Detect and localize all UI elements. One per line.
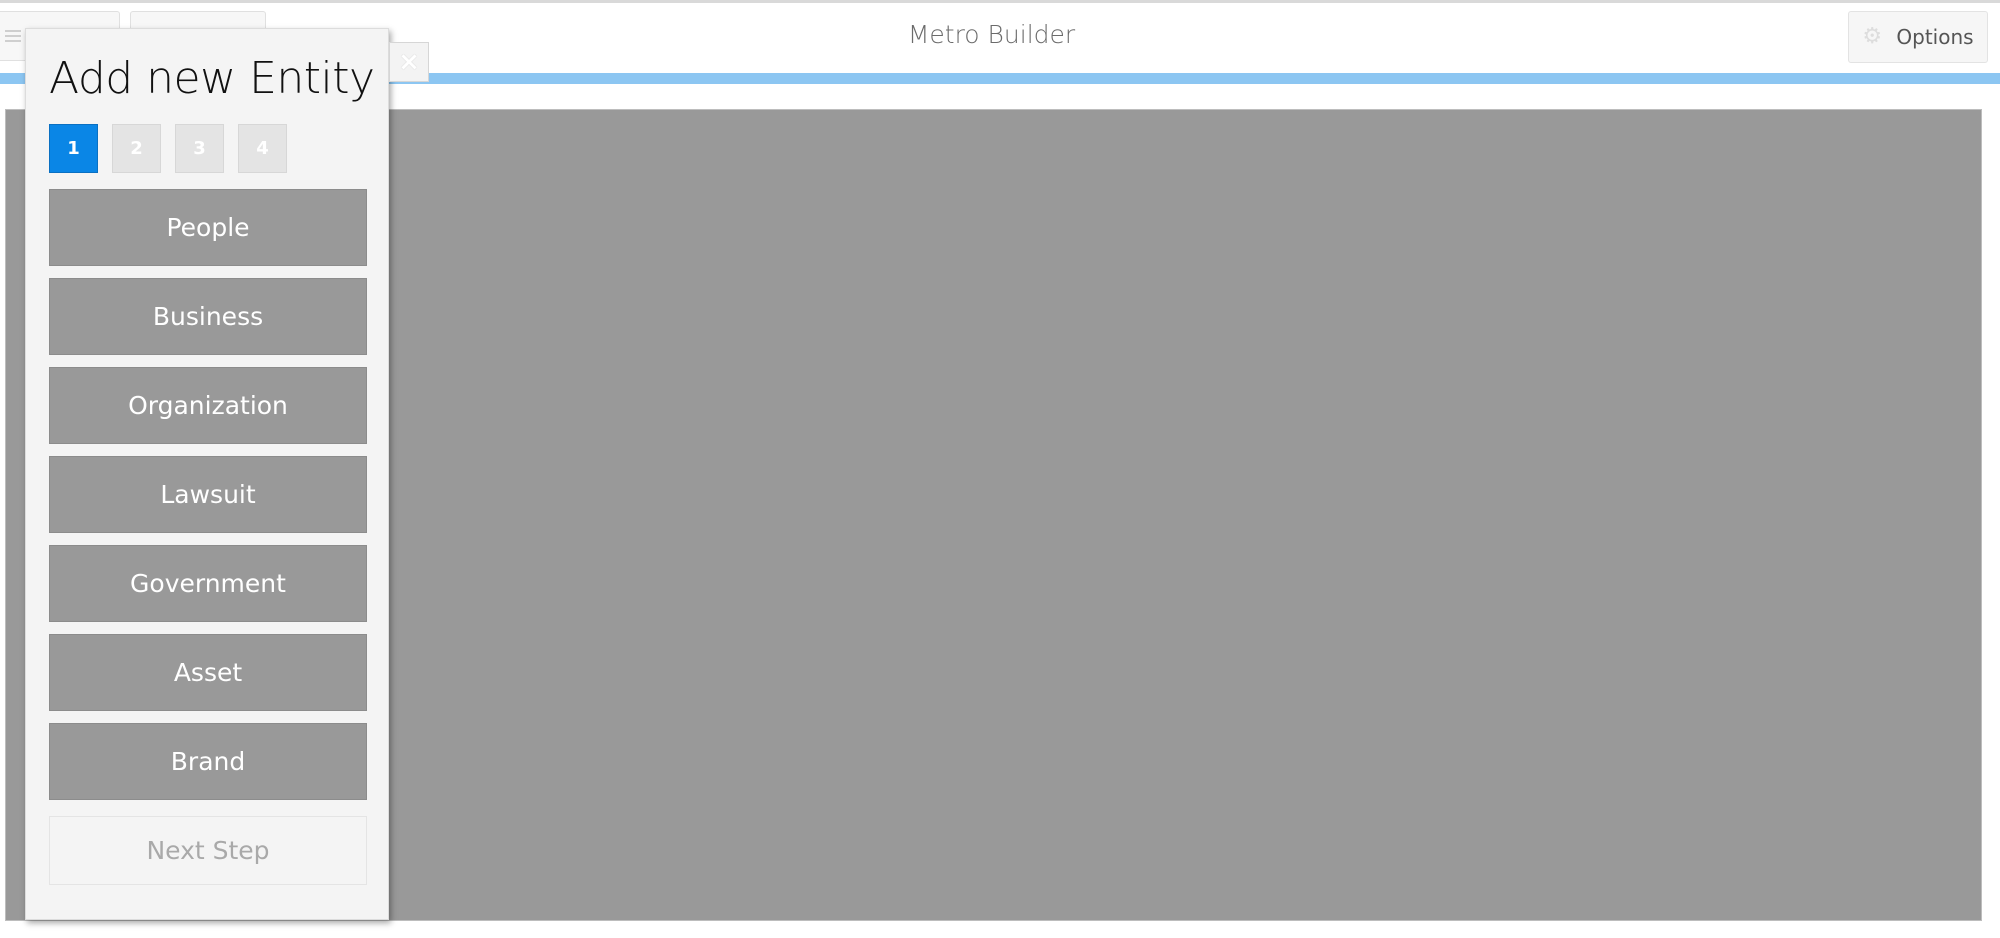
step-3[interactable]: 3 <box>175 124 224 173</box>
options-label: Options <box>1896 25 1974 49</box>
options-button[interactable]: ⚙ Options <box>1848 11 1988 63</box>
entity-organization-button[interactable]: Organization <box>49 367 367 444</box>
step-2[interactable]: 2 <box>112 124 161 173</box>
add-entity-modal: × Add new Entity 1 2 3 4 People Business… <box>25 28 429 920</box>
gear-icon: ⚙ <box>1862 24 1883 49</box>
entity-lawsuit-button[interactable]: Lawsuit <box>49 456 367 533</box>
entity-brand-button[interactable]: Brand <box>49 723 367 800</box>
next-step-button[interactable]: Next Step <box>49 816 367 885</box>
close-button[interactable]: × <box>389 42 429 82</box>
step-indicator: 1 2 3 4 <box>49 124 287 173</box>
modal-title: Add new Entity <box>49 53 375 104</box>
entity-type-list: People Business Organization Lawsuit Gov… <box>49 189 367 812</box>
entity-asset-button[interactable]: Asset <box>49 634 367 711</box>
entity-people-button[interactable]: People <box>49 189 367 266</box>
step-4[interactable]: 4 <box>238 124 287 173</box>
close-icon: × <box>398 47 420 77</box>
entity-government-button[interactable]: Government <box>49 545 367 622</box>
entity-business-button[interactable]: Business <box>49 278 367 355</box>
step-1[interactable]: 1 <box>49 124 98 173</box>
app-window: Metro Builder ⚙ Options × Add new Entity… <box>0 0 2000 938</box>
